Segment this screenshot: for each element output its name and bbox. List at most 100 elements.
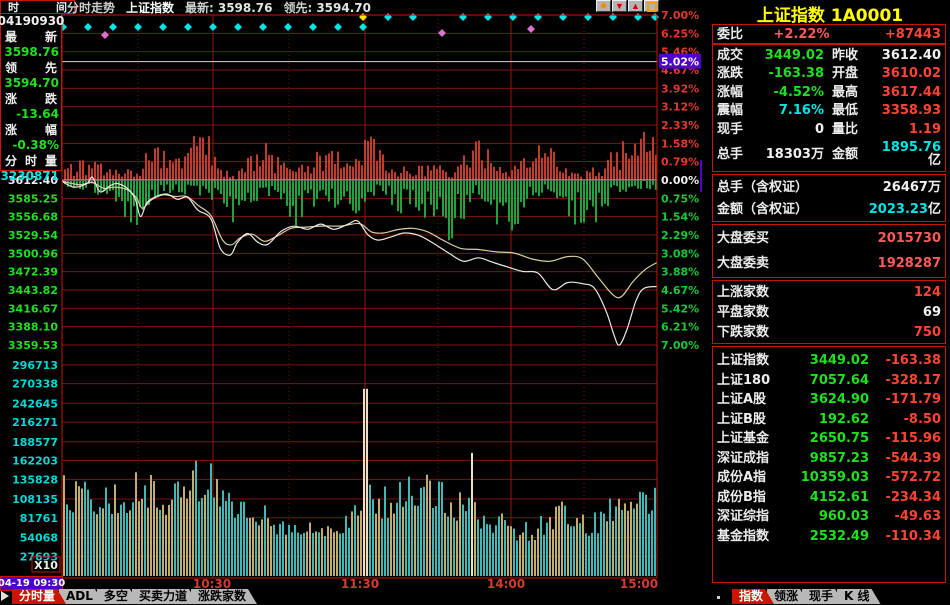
value: 750	[914, 326, 941, 339]
index-row-9[interactable]: 基金指数2532.49-110.34	[717, 527, 941, 547]
index-name: 深证成指	[717, 452, 799, 465]
axis-labels: 7.00%6.25%5.46%4.67%3.92%3.12%2.33%1.58%…	[8, 9, 699, 563]
index-change: -234.34	[869, 491, 941, 504]
svg-text:188577: 188577	[12, 436, 58, 449]
top-bar-text: 分时走势 上证指数 最新:3598.76 领先:3594.70	[67, 0, 371, 14]
svg-text:296713: 296713	[12, 359, 58, 372]
quote-panel: 04190930 最新3598.76领先3594.70涨跌-13.64涨幅-0.…	[0, 14, 62, 171]
quote-label-2: 涨跌	[1, 90, 61, 107]
index-value: 9857.23	[799, 452, 869, 465]
quote-grid-row-2: 涨幅-4.52%最高3617.44	[717, 86, 941, 99]
index-row-7[interactable]: 成份B指4152.61-234.34	[717, 488, 941, 508]
value: 18303万	[755, 148, 824, 161]
label: 平盘家数	[717, 306, 923, 319]
breadth-box: 上涨家数124平盘家数69下跌家数750	[712, 280, 946, 344]
index-name: 成份A指	[717, 471, 799, 484]
quote-value-1: 3594.70	[1, 76, 61, 90]
value: 69	[923, 306, 941, 319]
indicator-tab-3[interactable]: 买卖力道	[132, 589, 198, 604]
label: 总手	[717, 148, 755, 161]
arrow-up-icon[interactable]: ▲	[628, 0, 643, 12]
svg-text:3.12%: 3.12%	[661, 101, 699, 114]
order-row-0: 大盘委买2015730	[717, 232, 941, 245]
index-value: 2532.49	[799, 530, 869, 543]
value: -163.38	[755, 67, 824, 80]
svg-text:3556.68: 3556.68	[8, 211, 58, 224]
svg-text:2.33%: 2.33%	[661, 119, 699, 132]
intraday-chart: 7.00%6.25%5.46%4.67%3.92%3.12%2.33%1.58%…	[0, 0, 702, 605]
value: 7.16%	[755, 104, 824, 117]
arrow-down-icon[interactable]: ▼	[612, 0, 627, 12]
value2: 3612.40	[872, 49, 941, 62]
index-name: 上证B股	[717, 413, 799, 426]
value2: 3617.44	[872, 86, 941, 99]
quote-value-0: 3598.76	[1, 45, 61, 59]
svg-text:3.08%: 3.08%	[661, 247, 699, 260]
sun-icon[interactable]: ✹	[596, 0, 611, 12]
warrants-box: 总手（含权证）26467万金额（含权证）2023.23亿	[712, 174, 946, 222]
quote-grid-box: 成交3449.02昨收3612.40涨跌-163.38开盘3610.02涨幅-4…	[712, 44, 946, 172]
square-icon[interactable]	[644, 0, 659, 12]
index-row-4[interactable]: 上证基金2650.75-115.96	[717, 429, 941, 449]
volume-multiplier: X10	[34, 559, 58, 572]
weibi-value: +87443	[848, 28, 941, 41]
order-row-1: 大盘委卖1928287	[717, 257, 941, 270]
signal-diamonds	[59, 13, 659, 39]
svg-text:3388.10: 3388.10	[8, 321, 58, 334]
label: 震幅	[717, 104, 755, 117]
label2: 金额	[832, 148, 872, 161]
svg-text:0.00%: 0.00%	[661, 174, 699, 187]
quote-time-value: 04190930	[1, 14, 61, 28]
lead-quote: 领先:3594.70	[284, 0, 371, 16]
quote-label-1: 领先	[1, 59, 61, 76]
quote-grid-row-3: 震幅7.16%最低3358.93	[717, 104, 941, 117]
index-name: 成份B指	[717, 491, 799, 504]
index-row-8[interactable]: 深证综指960.03-49.63	[717, 507, 941, 527]
view-label: 分时走势	[67, 0, 115, 16]
orders-box: 大盘委买2015730 大盘委卖1928287	[712, 224, 946, 278]
index-name: 上证A股	[717, 393, 799, 406]
index-value: 4152.61	[799, 491, 869, 504]
instrument-name: 上证指数	[126, 0, 174, 16]
label: 现手	[717, 123, 755, 136]
index-value: 3449.02	[799, 354, 869, 367]
index-value: 2650.75	[799, 432, 869, 445]
index-row-1[interactable]: 上证1807057.64-328.17	[717, 371, 941, 391]
indicator-tab-0[interactable]: 分时量	[12, 589, 66, 604]
index-change: -544.39	[869, 452, 941, 465]
label: 总手（含权证）	[717, 181, 883, 194]
index-row-0[interactable]: 上证指数3449.02-163.38	[717, 351, 941, 371]
indicator-tab-4[interactable]: 涨跌家数	[191, 589, 257, 604]
latest-quote: 最新:3598.76	[185, 0, 272, 16]
volume-bars	[63, 389, 656, 576]
value2: 3358.93	[872, 104, 941, 117]
index-value: 10359.03	[799, 471, 869, 484]
top-bar: 时间 分时走势 上证指数 最新:3598.76 领先:3594.70 ✹ ▼ ▲	[0, 0, 702, 15]
svg-text:0.79%: 0.79%	[661, 156, 699, 169]
indices-box: 上证指数3449.02-163.38上证1807057.64-328.17上证A…	[712, 346, 946, 583]
index-row-5[interactable]: 深证成指9857.23-544.39	[717, 449, 941, 469]
market-summary-panel: 上证指数 1A0001 委比 +2.22% +87443 成交3449.02昨收…	[702, 0, 950, 605]
index-change: -572.72	[869, 471, 941, 484]
time-label-1: 11:30	[341, 577, 379, 591]
quote-grid-row-4: 现手0量比1.19	[717, 123, 941, 136]
index-change: -49.63	[869, 510, 941, 523]
time-label-2: 14:00	[487, 577, 525, 591]
svg-text:4.67%: 4.67%	[661, 284, 699, 297]
quote-label-0: 最新	[1, 28, 61, 45]
svg-text:1.58%: 1.58%	[661, 137, 699, 150]
scroll-arrow-icon[interactable]	[1, 591, 9, 601]
index-row-3[interactable]: 上证B股192.62-8.50	[717, 410, 941, 430]
label2: 最高	[832, 86, 872, 99]
label: 大盘委卖	[717, 257, 878, 270]
quote-grid-row-5: 总手18303万金额1895.76亿	[717, 141, 941, 167]
time-header-cell: 时间	[0, 0, 75, 14]
svg-text:3443.82: 3443.82	[8, 284, 58, 297]
svg-text:3472.39: 3472.39	[8, 266, 58, 279]
index-row-2[interactable]: 上证A股3624.90-171.79	[717, 390, 941, 410]
index-row-6[interactable]: 成份A指10359.03-572.72	[717, 468, 941, 488]
weibi-box: 委比 +2.22% +87443	[712, 24, 946, 44]
svg-text:1.54%: 1.54%	[661, 211, 699, 224]
quote-value-2: -13.64	[1, 107, 61, 121]
weibi-pct: +2.22%	[755, 28, 848, 41]
